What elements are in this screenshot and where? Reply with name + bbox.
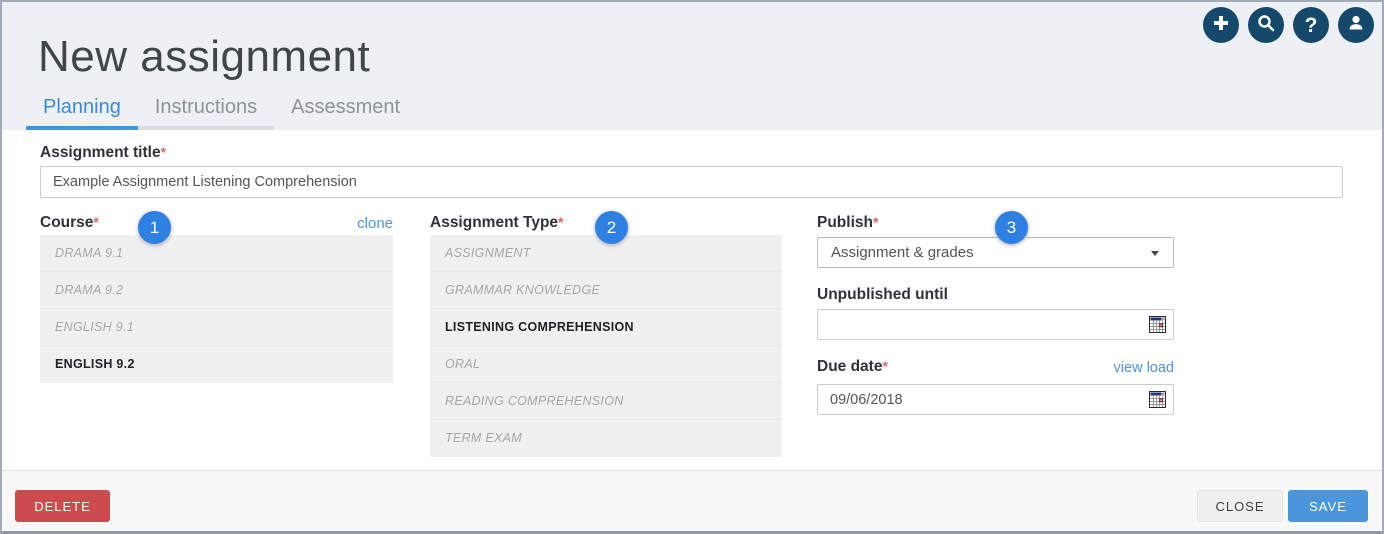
course-option[interactable]: ENGLISH 9.1 [40,309,393,346]
publish-selected-value: Assignment & grades [831,244,974,261]
user-icon [1345,12,1367,39]
page-header: New assignment ? Planning Instructions A… [2,2,1382,130]
publish-label: Publish* [817,214,879,231]
required-asterisk: * [160,144,167,160]
add-button[interactable] [1203,7,1239,43]
save-button[interactable]: SAVE [1288,490,1368,522]
type-option[interactable]: TERM EXAM [430,420,782,457]
unpublished-until-label: Unpublished until [817,286,948,303]
tab-assessment[interactable]: Assessment [274,96,417,130]
page-title: New assignment [38,32,371,81]
help-icon: ? [1304,13,1318,37]
type-option[interactable]: GRAMMAR KNOWLEDGE [430,272,782,309]
header-action-bar: ? [1203,7,1374,43]
new-assignment-window: New assignment ? Planning Instructions A… [0,0,1384,534]
due-date-input[interactable] [817,384,1174,415]
assignment-title-label: Assignment title* [40,144,167,161]
course-listbox: DRAMA 9.1 DRAMA 9.2 ENGLISH 9.1 ENGLISH … [40,235,393,383]
publish-section: Publish* 3 Assignment & grades Unpublish… [817,211,1174,415]
course-label: Course* [40,214,99,231]
course-option[interactable]: DRAMA 9.2 [40,272,393,309]
calendar-icon [1149,391,1166,411]
type-option[interactable]: ORAL [430,346,782,383]
required-asterisk: * [882,358,888,374]
assignment-type-listbox: ASSIGNMENT GRAMMAR KNOWLEDGE LISTENING C… [430,235,782,457]
footer-bar: DELETE CLOSE SAVE [2,470,1382,531]
assignment-type-section: Assignment Type* 2 ASSIGNMENT GRAMMAR KN… [430,211,782,457]
unpublished-until-calendar-button[interactable] [1149,316,1166,333]
course-option-selected[interactable]: ENGLISH 9.2 [40,346,393,383]
course-section: Course* 1 clone DRAMA 9.1 DRAMA 9.2 ENGL… [40,211,393,383]
due-date-label: Due date* [817,358,888,375]
add-icon [1211,13,1231,38]
required-asterisk: * [872,214,879,230]
help-button[interactable]: ? [1293,7,1329,43]
assignment-title-input[interactable] [40,166,1343,198]
type-option[interactable]: READING COMPREHENSION [430,383,782,420]
close-button[interactable]: CLOSE [1197,490,1283,522]
delete-button[interactable]: DELETE [15,490,110,522]
due-date-calendar-button[interactable] [1149,391,1166,408]
assignment-type-label: Assignment Type* [430,214,564,231]
search-button[interactable] [1248,7,1284,43]
type-option-selected[interactable]: LISTENING COMPREHENSION [430,309,782,346]
tab-instructions[interactable]: Instructions [137,96,275,130]
view-load-link[interactable]: view load [1114,360,1174,376]
course-option[interactable]: DRAMA 9.1 [40,235,393,272]
required-asterisk: * [558,214,564,230]
step-badge-1: 1 [138,211,171,244]
tab-bar: Planning Instructions Assessment [26,96,417,130]
chevron-down-icon [1151,251,1159,256]
publish-select[interactable]: Assignment & grades [817,237,1174,268]
clone-link[interactable]: clone [357,215,393,232]
step-badge-2: 2 [595,211,628,244]
calendar-icon [1149,316,1166,336]
required-asterisk: * [93,214,99,230]
unpublished-until-input[interactable] [817,309,1174,340]
user-button[interactable] [1338,7,1374,43]
tab-planning[interactable]: Planning [26,96,138,130]
search-icon [1256,13,1276,38]
step-badge-3: 3 [995,211,1028,244]
